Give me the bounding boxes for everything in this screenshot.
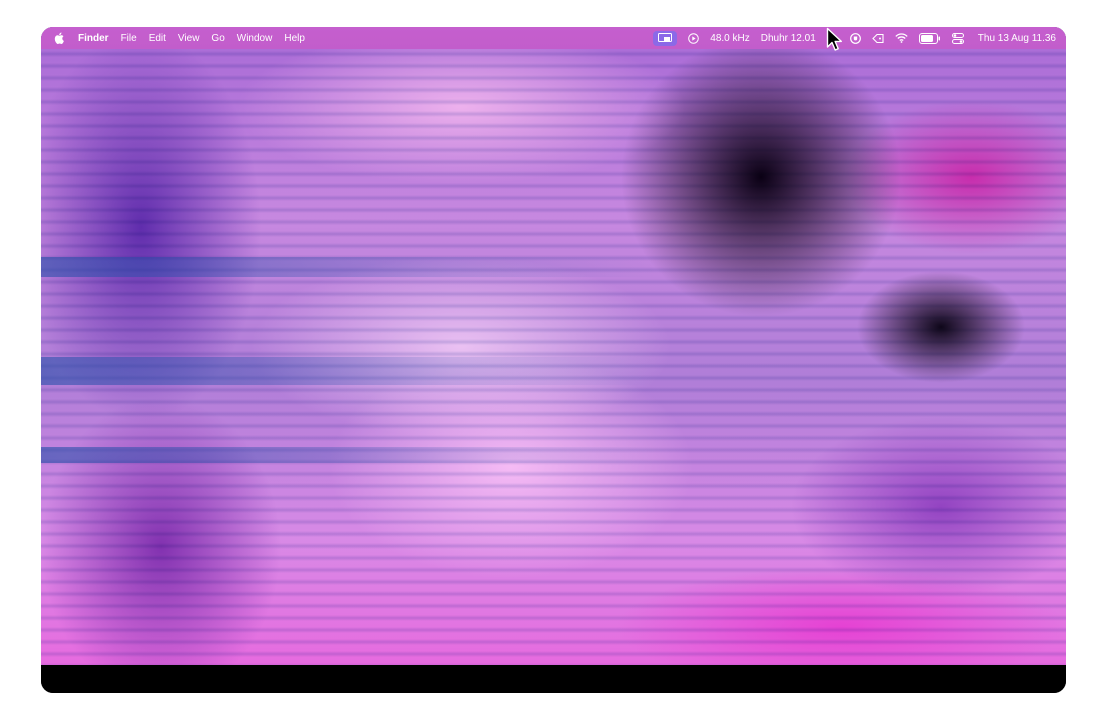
- sample-rate-status[interactable]: 48.0 kHz: [710, 33, 749, 44]
- mouse-pointer-icon: [826, 27, 842, 51]
- clock-datetime[interactable]: Thu 13 Aug 11.36: [978, 33, 1056, 44]
- screen-mirroring-icon[interactable]: [653, 30, 678, 46]
- menu-go[interactable]: Go: [211, 33, 224, 44]
- menu-finder[interactable]: Finder: [78, 33, 109, 44]
- wallpaper-band: [41, 357, 1066, 385]
- menu-view[interactable]: View: [178, 33, 200, 44]
- wifi-icon[interactable]: [895, 27, 908, 49]
- prayer-time-status[interactable]: Dhuhr 12.01: [761, 33, 816, 44]
- tag-icon[interactable]: [872, 27, 884, 49]
- bottom-dark-strip: [41, 665, 1066, 693]
- menu-edit[interactable]: Edit: [149, 33, 166, 44]
- menu-bar: Finder File Edit View Go Window Help 48.…: [41, 27, 1066, 49]
- control-center-icon[interactable]: [951, 27, 964, 49]
- mac-screen: Finder File Edit View Go Window Help 48.…: [41, 27, 1066, 693]
- menu-help[interactable]: Help: [284, 33, 305, 44]
- wallpaper-band: [41, 447, 1066, 463]
- menu-file[interactable]: File: [121, 33, 137, 44]
- play-circle-icon[interactable]: [688, 27, 700, 49]
- wallpaper-band: [41, 257, 1066, 277]
- desktop-wallpaper: [41, 27, 1066, 667]
- vpn-shield-icon[interactable]: [849, 27, 861, 49]
- battery-icon[interactable]: [918, 27, 941, 49]
- wallpaper-streaks: [41, 27, 1066, 667]
- menu-window[interactable]: Window: [237, 33, 273, 44]
- apple-logo-icon[interactable]: [54, 32, 64, 44]
